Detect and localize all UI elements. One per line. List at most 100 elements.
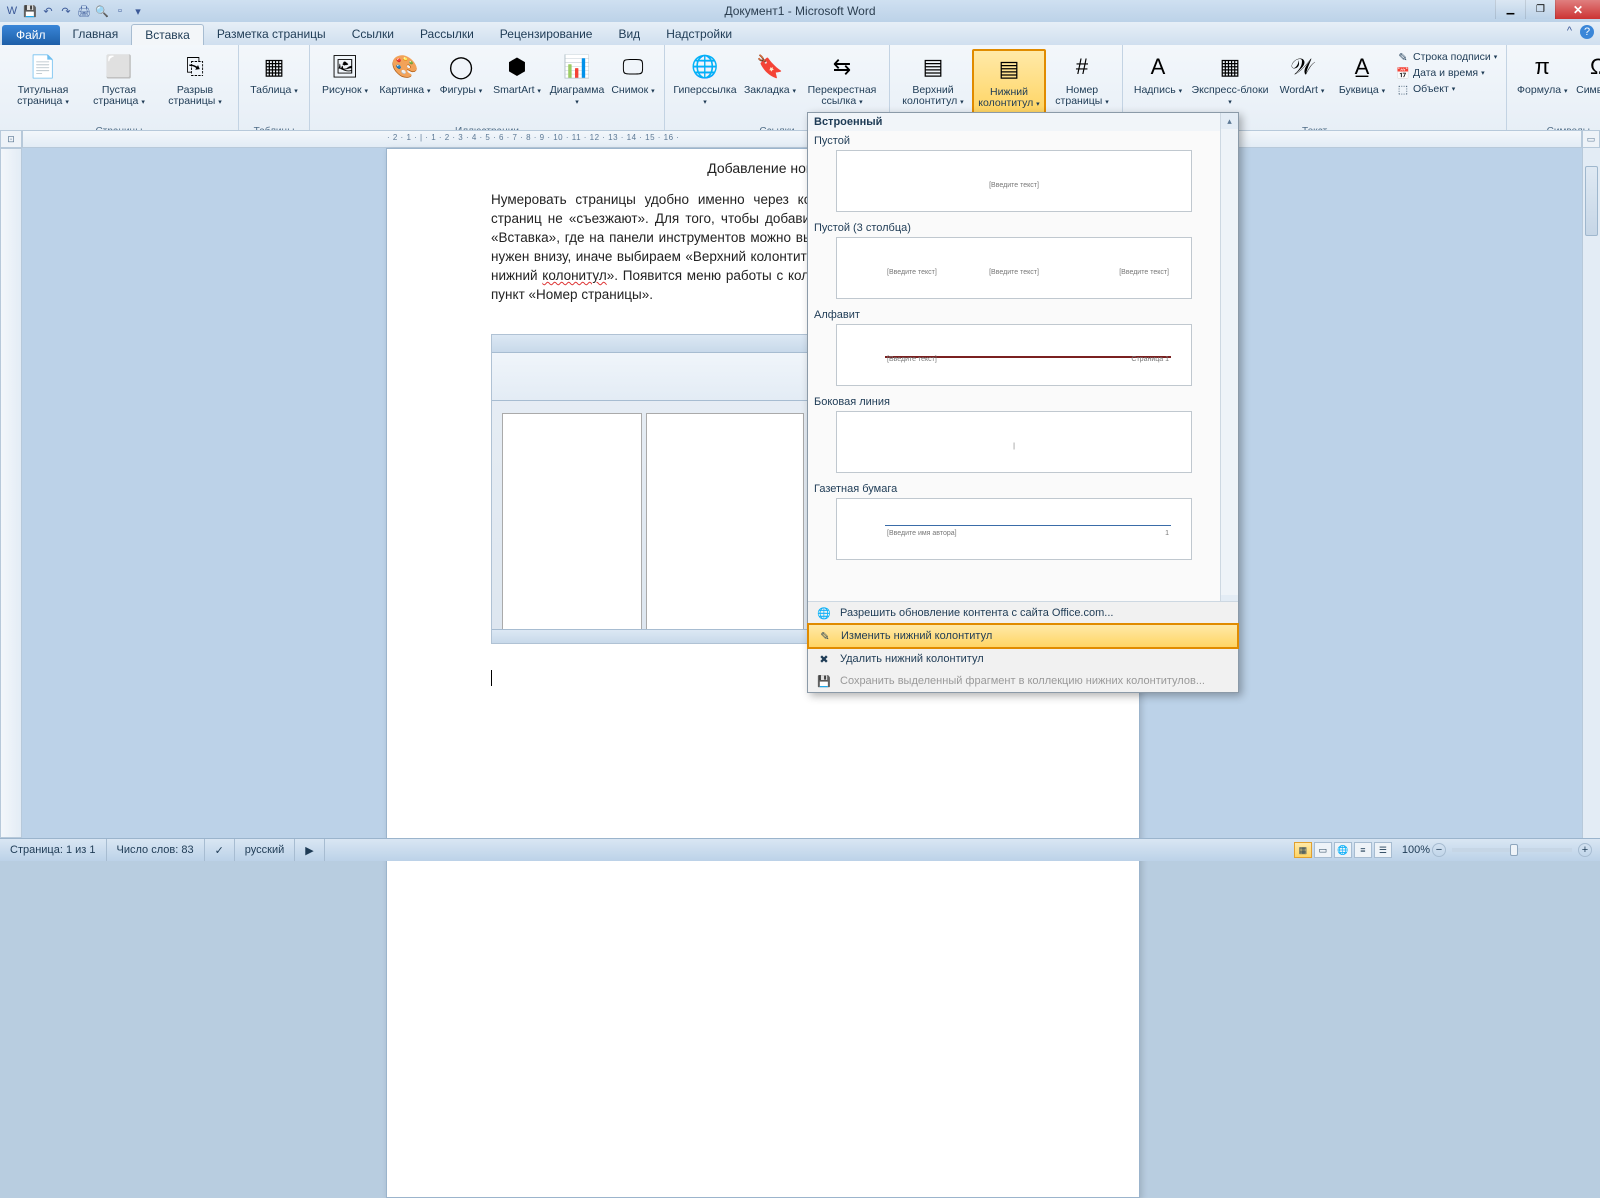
menu-office-com[interactable]: 🌐Разрешить обновление контента с сайта O…: [808, 602, 1238, 624]
tab-рецензирование[interactable]: Рецензирование: [487, 24, 606, 45]
gallery-item-preview[interactable]: [Введите имя автора]1: [836, 498, 1192, 560]
page-number-button[interactable]: #Номерстраницы ▾: [1048, 49, 1116, 110]
tab-главная[interactable]: Главная: [60, 24, 132, 45]
ribbon-group-страницы: 📄Титульнаястраница ▾⬜Пустаястраница ▾⎘Ра…: [0, 45, 239, 138]
ribbon-group-символы: πФормула ▾ΩСимвол ▾Символы: [1507, 45, 1600, 138]
word-icon: W: [4, 3, 20, 19]
chart-button[interactable]: 📊Диаграмма ▾: [548, 49, 606, 110]
zoom-slider[interactable]: [1452, 848, 1572, 852]
equation-button[interactable]: πФормула ▾: [1513, 49, 1571, 99]
screenshot-icon: 🖵: [617, 51, 649, 83]
tab-вид[interactable]: Вид: [605, 24, 653, 45]
wordart-button[interactable]: 𝒲WordArt ▾: [1273, 49, 1331, 99]
zoom-out-button[interactable]: −: [1432, 843, 1446, 857]
quickparts-button[interactable]: ▦Экспресс-блоки ▾: [1189, 49, 1271, 110]
tab-ссылки[interactable]: Ссылки: [339, 24, 407, 45]
horizontal-ruler[interactable]: · 2 · 1 · | · 1 · 2 · 3 · 4 · 5 · 6 · 7 …: [22, 130, 1582, 148]
print-icon[interactable]: 🖨: [76, 3, 92, 19]
symbol-button[interactable]: Ω Символ ▾: [1573, 49, 1600, 99]
tab-file[interactable]: Файл: [2, 25, 60, 45]
textbox-button[interactable]: AНадпись ▾: [1129, 49, 1187, 99]
picture-button[interactable]: 🖼Рисунок ▾: [316, 49, 374, 99]
menu-delete-footer[interactable]: ✖Удалить нижний колонтитул: [808, 648, 1238, 670]
symbol-icon: Ω: [1582, 51, 1600, 83]
object-button[interactable]: ⬚Объект ▾: [1393, 81, 1500, 97]
new-icon[interactable]: ▫: [112, 3, 128, 19]
vertical-ruler[interactable]: [0, 148, 22, 838]
menu-save-selection: 💾Сохранить выделенный фрагмент в коллекц…: [808, 670, 1238, 692]
restore-button[interactable]: ❐: [1525, 0, 1555, 19]
tab-надстройки[interactable]: Надстройки: [653, 24, 745, 45]
page-break-button[interactable]: ⎘Разрывстраницы ▾: [158, 49, 232, 110]
picture-icon: 🖼: [329, 51, 361, 83]
cover-page-button[interactable]: 📄Титульнаястраница ▾: [6, 49, 80, 110]
dropcap-button[interactable]: A̲Буквица ▾: [1333, 49, 1391, 99]
table-button[interactable]: ▦Таблица ▾: [245, 49, 303, 99]
zoom-level[interactable]: 100%: [1402, 844, 1430, 856]
status-proofing[interactable]: ✓: [205, 839, 235, 861]
undo-icon[interactable]: ↶: [40, 3, 56, 19]
status-language[interactable]: русский: [235, 839, 295, 861]
footer-button[interactable]: ▤Нижнийколонтитул ▾: [972, 49, 1046, 114]
hyperlink-button[interactable]: 🌐Гиперссылка ▾: [671, 49, 739, 110]
tab-рассылки[interactable]: Рассылки: [407, 24, 487, 45]
header-button[interactable]: ▤Верхнийколонтитул ▾: [896, 49, 970, 110]
shapes-button[interactable]: ◯Фигуры ▾: [436, 49, 486, 99]
footer-icon: ▤: [993, 53, 1025, 85]
zoom-in-button[interactable]: +: [1578, 843, 1592, 857]
view-draft[interactable]: ☰: [1374, 842, 1392, 858]
status-macro[interactable]: ▶: [295, 839, 324, 861]
preview-icon[interactable]: 🔍: [94, 3, 110, 19]
gallery-item-label: Газетная бумага: [808, 479, 1220, 496]
dropcap-icon: A̲: [1346, 51, 1378, 83]
blank-page-button[interactable]: ⬜Пустаястраница ▾: [82, 49, 156, 110]
gallery-scrollbar[interactable]: ▴ ▾: [1220, 113, 1238, 611]
ribbon-minimize-icon[interactable]: ^: [1567, 25, 1572, 39]
signature-line-button[interactable]: ✎Строка подписи ▾: [1393, 49, 1500, 65]
view-fullscreen[interactable]: ▭: [1314, 842, 1332, 858]
view-print-layout[interactable]: ▦: [1294, 842, 1312, 858]
gallery-item-label: Алфавит: [808, 305, 1220, 322]
gallery-item-label: Пустой (3 столбца): [808, 218, 1220, 235]
ruler-toggle-icon[interactable]: ▭: [1582, 130, 1600, 148]
equation-icon: π: [1526, 51, 1558, 83]
clipart-button[interactable]: 🎨Картинка ▾: [376, 49, 434, 99]
page-number-icon: #: [1066, 51, 1098, 83]
zoom-slider-thumb[interactable]: [1510, 844, 1518, 856]
scrollbar-thumb[interactable]: [1585, 166, 1598, 236]
scroll-up-icon[interactable]: ▴: [1221, 113, 1238, 129]
view-web[interactable]: 🌐: [1334, 842, 1352, 858]
menu-edit-footer[interactable]: ✎Изменить нижний колонтитул: [807, 623, 1239, 649]
help-icon[interactable]: ?: [1580, 25, 1594, 39]
gallery-item-preview[interactable]: [Введите текст]Страница 1: [836, 324, 1192, 386]
minimize-button[interactable]: ▁: [1495, 0, 1525, 19]
save-icon[interactable]: 💾: [22, 3, 38, 19]
header-icon: ▤: [917, 51, 949, 83]
symbol-label: Символ ▾: [1576, 85, 1600, 97]
datetime-button[interactable]: 📅Дата и время ▾: [1393, 65, 1500, 81]
qat-dropdown-icon[interactable]: ▾: [130, 3, 146, 19]
header-label: Верхнийколонтитул ▾: [902, 85, 963, 108]
bookmark-button[interactable]: 🔖Закладка ▾: [741, 49, 799, 99]
ruler-corner[interactable]: ⊡: [0, 130, 22, 148]
view-outline[interactable]: ≡: [1354, 842, 1372, 858]
cover-page-label: Титульнаястраница ▾: [17, 85, 69, 108]
title-bar: W 💾 ↶ ↷ 🖨 🔍 ▫ ▾ Документ1 - Microsoft Wo…: [0, 0, 1600, 22]
ribbon-tabs: Файл ГлавнаяВставкаРазметка страницыСсыл…: [0, 22, 1600, 45]
gallery-item-preview[interactable]: [Введите текст][Введите текст][Введите т…: [836, 237, 1192, 299]
tab-вставка[interactable]: Вставка: [131, 24, 204, 45]
smartart-button[interactable]: ⬢SmartArt ▾: [488, 49, 546, 99]
cover-page-icon: 📄: [27, 51, 59, 83]
redo-icon[interactable]: ↷: [58, 3, 74, 19]
crossref-button[interactable]: ⇆Перекрестнаяссылка ▾: [801, 49, 883, 110]
wordart-label: WordArt ▾: [1280, 85, 1325, 97]
vertical-scrollbar[interactable]: [1582, 148, 1600, 838]
tab-разметка-страницы[interactable]: Разметка страницы: [204, 24, 339, 45]
close-button[interactable]: ✕: [1555, 0, 1600, 19]
status-word-count[interactable]: Число слов: 83: [107, 839, 205, 861]
gallery-item-preview[interactable]: |: [836, 411, 1192, 473]
status-page[interactable]: Страница: 1 из 1: [0, 839, 107, 861]
screenshot-button[interactable]: 🖵Снимок ▾: [608, 49, 658, 99]
window-controls: ▁ ❐ ✕: [1495, 0, 1600, 19]
gallery-item-preview[interactable]: [Введите текст]: [836, 150, 1192, 212]
